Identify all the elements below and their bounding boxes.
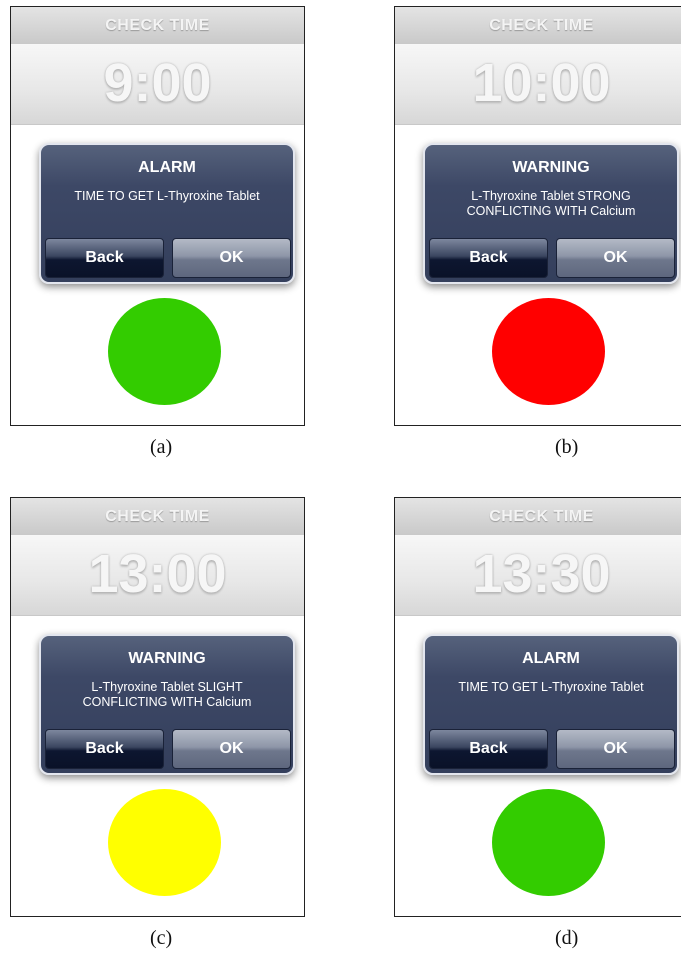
- time-display: 13:30: [395, 535, 681, 616]
- check-time-header: CHECK TIME: [11, 7, 304, 44]
- caption-b: (b): [555, 436, 579, 458]
- ok-button[interactable]: OK: [556, 729, 675, 769]
- time-display: 13:00: [11, 535, 304, 616]
- phone-screen-d: CHECK TIME 13:30 ALARM TIME TO GET L-Thy…: [394, 497, 681, 917]
- status-indicator: [108, 298, 221, 405]
- ok-button[interactable]: OK: [172, 729, 291, 769]
- time-display: 9:00: [11, 44, 304, 125]
- check-time-header: CHECK TIME: [395, 7, 681, 44]
- dialog-title: WARNING: [512, 159, 590, 176]
- dialog-message: L-Thyroxine Tablet SLIGHT CONFLICTING WI…: [82, 680, 252, 709]
- warning-dialog: WARNING L-Thyroxine Tablet STRONG CONFLI…: [423, 143, 679, 284]
- status-indicator: [492, 789, 605, 896]
- status-indicator: [108, 789, 221, 896]
- check-time-header: CHECK TIME: [11, 498, 304, 535]
- dialog-message: L-Thyroxine Tablet STRONG CONFLICTING WI…: [466, 189, 636, 218]
- phone-screen-c: CHECK TIME 13:00 WARNING L-Thyroxine Tab…: [10, 497, 305, 917]
- warning-dialog: WARNING L-Thyroxine Tablet SLIGHT CONFLI…: [39, 634, 295, 775]
- ok-button[interactable]: OK: [556, 238, 675, 278]
- dialog-message: TIME TO GET L-Thyroxine Tablet: [458, 680, 644, 694]
- caption-c: (c): [150, 927, 173, 949]
- caption-a: (a): [150, 436, 173, 458]
- check-time-header: CHECK TIME: [395, 498, 681, 535]
- back-button[interactable]: Back: [429, 238, 548, 278]
- back-button[interactable]: Back: [45, 238, 164, 278]
- alarm-dialog: ALARM TIME TO GET L-Thyroxine Tablet Bac…: [423, 634, 679, 775]
- status-indicator: [492, 298, 605, 405]
- back-button[interactable]: Back: [45, 729, 164, 769]
- alarm-dialog: ALARM TIME TO GET L-Thyroxine Tablet Bac…: [39, 143, 295, 284]
- back-button[interactable]: Back: [429, 729, 548, 769]
- dialog-title: WARNING: [128, 650, 206, 667]
- phone-screen-b: CHECK TIME 10:00 WARNING L-Thyroxine Tab…: [394, 6, 681, 426]
- dialog-message: TIME TO GET L-Thyroxine Tablet: [74, 189, 260, 203]
- time-display: 10:00: [395, 44, 681, 125]
- ok-button[interactable]: OK: [172, 238, 291, 278]
- phone-screen-a: CHECK TIME 9:00 ALARM TIME TO GET L-Thyr…: [10, 6, 305, 426]
- dialog-title: ALARM: [138, 159, 196, 176]
- caption-d: (d): [555, 927, 579, 949]
- dialog-title: ALARM: [522, 650, 580, 667]
